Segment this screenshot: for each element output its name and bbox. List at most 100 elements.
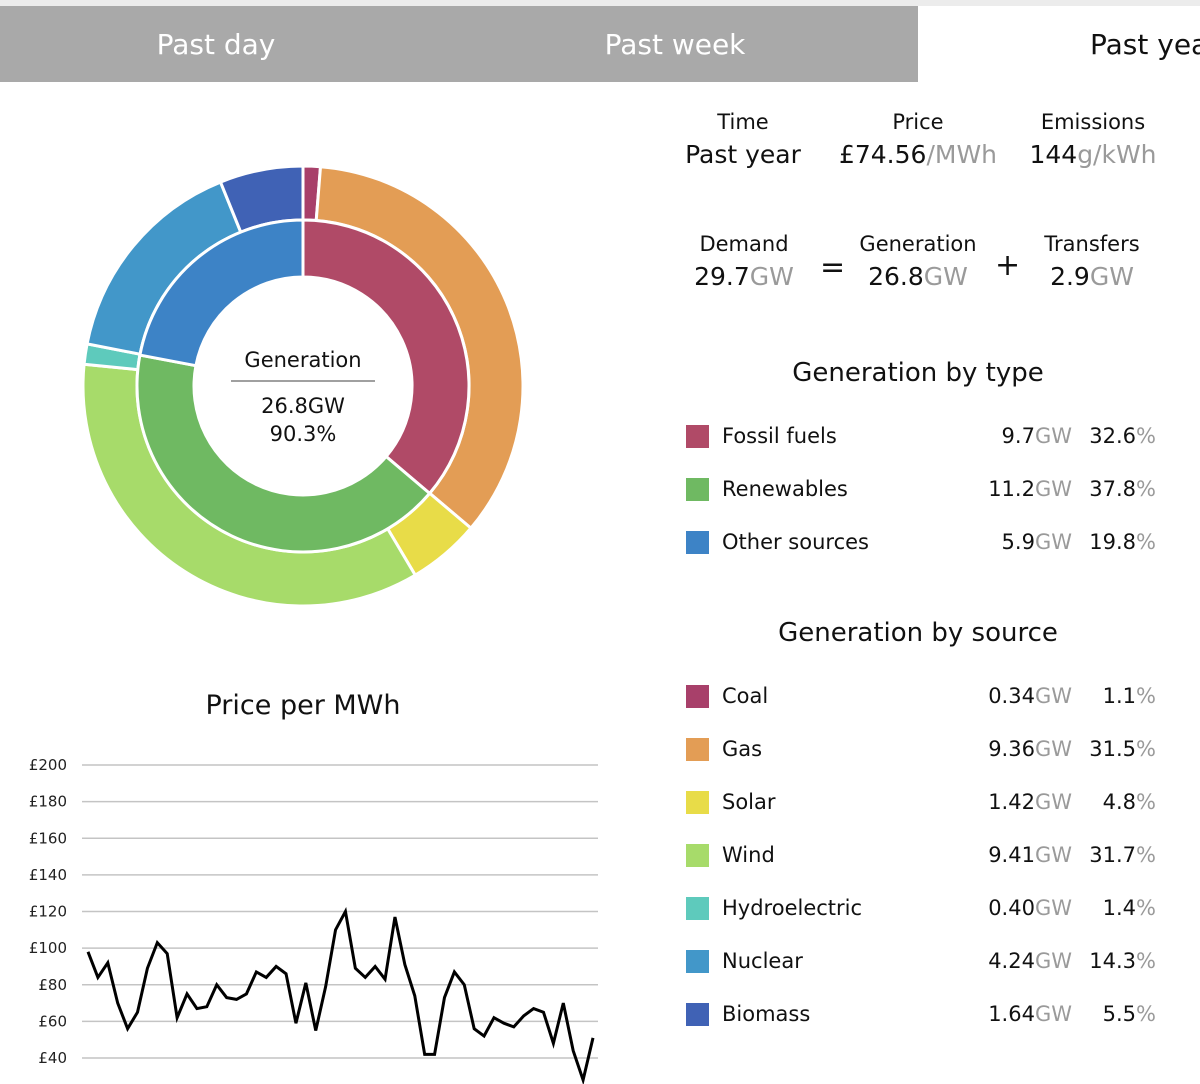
donut-center-title: Generation [244,348,362,372]
generation-by-source-title: Generation by source [778,618,1058,648]
tab-past-week[interactable]: Past week [432,6,918,82]
stat-price: Price £74.56/MWh [818,110,1018,169]
legend-swatch-icon [686,843,709,867]
plus-sign: + [995,248,1021,283]
legend-swatch-icon [686,424,709,448]
stat-transfers-value: 2.9 [1050,262,1090,291]
legend-pct-value: 14.3 [1089,949,1137,973]
legend-gw-unit: GW [1034,530,1072,554]
legend-pct-value: 5.5 [1102,1002,1137,1026]
legend-swatch-icon [686,477,709,501]
type-legend-row: Fossil fuels 9.7GW 32.6% [686,422,1156,450]
legend-gw-unit: GW [1034,477,1072,501]
source-legend-row: Coal 0.34GW 1.1% [686,682,1156,710]
stat-demand-unit: GW [749,262,794,291]
donut-center-percent: 90.3% [269,422,337,446]
legend-gw-value: 0.34 [988,684,1035,708]
source-legend-row: Biomass 1.64GW 5.5% [686,1000,1156,1028]
legend-pct: 32.6% [1072,424,1156,448]
source-legend-row: Hydroelectric 0.40GW 1.4% [686,894,1156,922]
source-legend-row: Solar 1.42GW 4.8% [686,788,1156,816]
legend-pct-value: 4.8 [1102,790,1137,814]
legend-gw: 9.7GW [942,424,1072,448]
y-tick-label: £40 [38,1049,67,1067]
y-tick-label: £180 [29,793,67,811]
legend-gw: 11.2GW [942,477,1072,501]
legend-name: Wind [722,843,775,867]
legend-pct-unit: % [1136,896,1156,920]
tab-past-year[interactable]: Past year [918,6,1200,82]
legend-pct-value: 1.1 [1102,684,1137,708]
legend-gw-unit: GW [1034,737,1072,761]
legend-name: Biomass [722,1002,811,1026]
stat-transfers: Transfers 2.9GW [1022,232,1162,291]
legend-pct-unit: % [1136,684,1156,708]
stat-generation-unit: GW [923,262,968,291]
stat-time: Time Past year [673,110,813,169]
legend-pct: 14.3% [1072,949,1156,973]
legend-gw-value: 1.42 [988,790,1035,814]
legend-gw-unit: GW [1034,424,1072,448]
donut-center-value: 26.8GW [261,394,345,418]
stat-demand: Demand 29.7GW [674,232,814,291]
legend-pct: 19.8% [1072,530,1156,554]
legend-gw-value: 0.40 [988,896,1035,920]
legend-name: Fossil fuels [722,424,837,448]
legend-gw: 1.64GW [942,1002,1072,1026]
legend-swatch-icon [686,949,709,973]
legend-gw: 5.9GW [942,530,1072,554]
stat-time-value: Past year [685,140,801,169]
legend-swatch-icon [686,1002,709,1026]
donut-center-label: Generation 26.8GW 90.3% [213,348,393,448]
stat-demand-value: 29.7 [694,262,750,291]
legend-name: Other sources [722,530,869,554]
legend-gw: 0.34GW [942,684,1072,708]
stat-price-label: Price [892,110,944,134]
legend-gw-unit: GW [1034,843,1072,867]
legend-pct-unit: % [1136,843,1156,867]
legend-swatch-icon [686,896,709,920]
legend-pct: 31.7% [1072,843,1156,867]
stat-generation: Generation 26.8GW [848,232,988,291]
legend-pct-unit: % [1136,530,1156,554]
stat-emissions-label: Emissions [1040,110,1146,134]
legend-swatch-icon [686,790,709,814]
y-tick-label: £120 [29,903,67,921]
legend-pct-unit: % [1136,424,1156,448]
legend-swatch-icon [686,530,709,554]
stat-generation-value: 26.8 [868,262,924,291]
stat-emissions-value: 144 [1029,140,1078,169]
legend-pct: 4.8% [1072,790,1156,814]
legend-gw: 0.40GW [942,896,1072,920]
legend-gw: 9.36GW [942,737,1072,761]
legend-name: Nuclear [722,949,803,973]
stat-time-label: Time [717,110,769,134]
legend-gw-unit: GW [1034,949,1072,973]
legend-pct: 37.8% [1072,477,1156,501]
legend-gw-value: 9.41 [988,843,1035,867]
stat-price-value: £74.56 [838,140,927,169]
legend-gw-unit: GW [1034,1002,1072,1026]
y-tick-label: £60 [38,1012,67,1030]
tab-past-day[interactable]: Past day [0,6,432,82]
legend-gw-unit: GW [1034,896,1072,920]
stat-demand-label: Demand [699,232,789,256]
type-legend-row: Other sources 5.9GW 19.8% [686,528,1156,556]
y-tick-label: £100 [29,939,67,957]
legend-gw-value: 9.7 [1001,424,1035,448]
legend-pct-unit: % [1136,477,1156,501]
legend-pct-value: 31.7 [1089,843,1137,867]
legend-swatch-icon [686,737,709,761]
legend-pct: 1.4% [1072,896,1156,920]
period-tabs: Past day Past week Past year [0,6,1200,82]
stat-emissions: Emissions 144g/kWh [1013,110,1173,169]
source-legend-row: Gas 9.36GW 31.5% [686,735,1156,763]
source-legend-row: Wind 9.41GW 31.7% [686,841,1156,869]
donut-center-divider [231,380,375,382]
legend-pct: 31.5% [1072,737,1156,761]
equals-sign: = [820,250,846,285]
legend-gw-unit: GW [1034,790,1072,814]
legend-gw: 4.24GW [942,949,1072,973]
price-line-chart: £200 £180 £160 £140 £120 £100 £80 £60 £40 [29,756,598,1084]
price-series-line [86,906,595,1084]
